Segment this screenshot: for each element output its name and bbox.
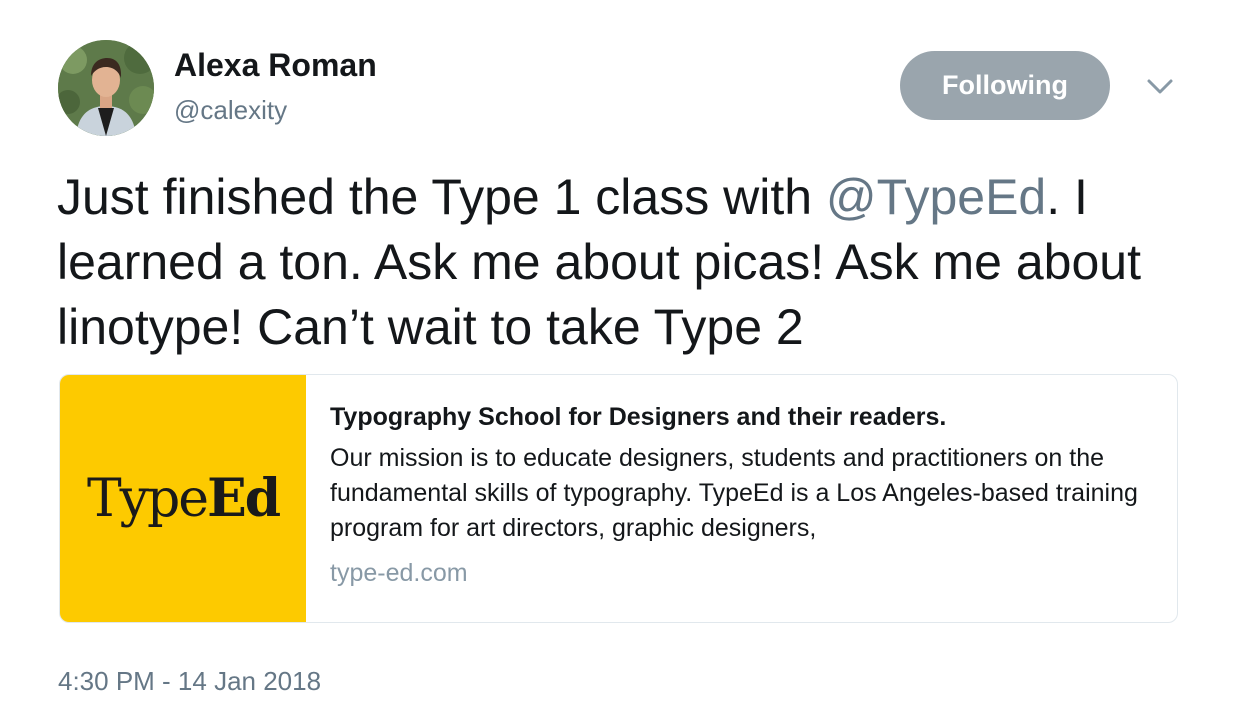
tweet: Alexa Roman @calexity Following Just fin… bbox=[0, 0, 1238, 719]
tweet-timestamp[interactable]: 4:30 PM - 14 Jan 2018 bbox=[58, 666, 321, 697]
user-handle[interactable]: @calexity bbox=[174, 95, 287, 126]
avatar[interactable] bbox=[58, 40, 154, 136]
following-button[interactable]: Following bbox=[900, 51, 1110, 120]
link-preview-card[interactable]: TypeEd Typography School for Designers a… bbox=[59, 374, 1178, 623]
card-title: Typography School for Designers and thei… bbox=[330, 403, 947, 431]
typeed-logo: TypeEd bbox=[86, 468, 281, 529]
card-url: type-ed.com bbox=[330, 559, 468, 587]
card-image: TypeEd bbox=[60, 375, 306, 622]
chevron-down-icon[interactable] bbox=[1144, 74, 1176, 98]
display-name[interactable]: Alexa Roman bbox=[174, 47, 377, 84]
card-body: Typography School for Designers and thei… bbox=[330, 401, 1160, 590]
tweet-text: Just finished the Type 1 class with @Typ… bbox=[57, 165, 1197, 360]
logo-bold: Ed bbox=[207, 468, 281, 529]
profile-photo-icon bbox=[58, 40, 154, 136]
tweet-text-before: Just finished the Type 1 class with bbox=[57, 169, 826, 225]
logo-light: Type bbox=[86, 469, 209, 529]
card-description: Our mission is to educate designers, stu… bbox=[330, 444, 1138, 542]
mention-link[interactable]: @TypeEd bbox=[826, 169, 1046, 225]
